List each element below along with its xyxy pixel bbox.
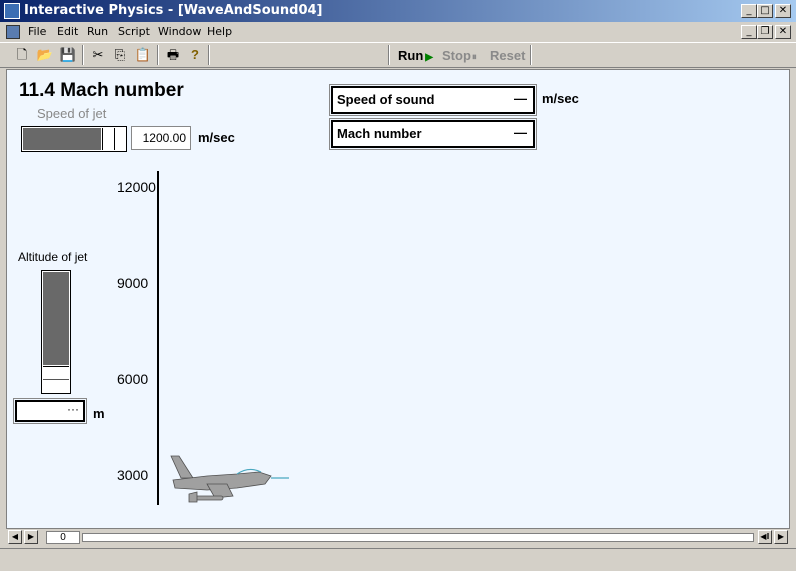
open-icon[interactable]: 📂 bbox=[35, 45, 55, 65]
slider-thumb-edge bbox=[43, 379, 69, 380]
minimize-button[interactable]: _ bbox=[741, 4, 757, 18]
axis-tick-label: 12000 bbox=[117, 179, 156, 195]
simulation-canvas[interactable]: 11.4 Mach number Speed of jet 1200.00 m/… bbox=[6, 69, 790, 529]
axis-tick-label: 6000 bbox=[117, 371, 149, 387]
altitude-input[interactable]: ··· bbox=[13, 398, 87, 424]
slider-fill bbox=[43, 272, 69, 365]
jet-icon[interactable] bbox=[167, 452, 293, 508]
doc-minimize-button[interactable]: _ bbox=[741, 25, 757, 39]
speed-of-jet-input[interactable]: 1200.00 bbox=[131, 126, 191, 150]
menu-edit[interactable]: Edit bbox=[57, 25, 78, 38]
toolbar-separator bbox=[82, 45, 84, 65]
slider-thumb[interactable] bbox=[43, 366, 69, 367]
menu-bar: File Edit Run Script Window Help _ ❐ ✕ bbox=[0, 22, 796, 42]
status-bar bbox=[0, 548, 796, 571]
frame-counter[interactable]: 0 bbox=[46, 531, 80, 544]
toolbar-separator bbox=[208, 45, 210, 65]
menu-help[interactable]: Help bbox=[207, 25, 232, 38]
toolbar-separator bbox=[388, 45, 390, 65]
new-icon[interactable]: 🗋 bbox=[12, 45, 32, 65]
reset-button[interactable]: Reset bbox=[490, 48, 525, 63]
altitude-unit-label: m bbox=[93, 406, 105, 421]
tape-back-button[interactable]: ◀ bbox=[8, 530, 22, 544]
sound-unit-label: m/sec bbox=[542, 91, 579, 106]
mach-number-label: Mach number bbox=[337, 126, 422, 141]
speed-of-jet-label: Speed of jet bbox=[37, 106, 107, 121]
speed-of-sound-value: — bbox=[514, 91, 527, 106]
tape-end-button[interactable]: ◀‖ bbox=[758, 530, 772, 544]
jet-tail-fin bbox=[170, 455, 194, 479]
slider-thumb[interactable] bbox=[102, 128, 103, 150]
mach-number-value: — bbox=[514, 125, 527, 140]
altitude-label: Altitude of jet bbox=[18, 250, 88, 264]
stop-label: Stop bbox=[442, 48, 471, 63]
slider-fill bbox=[23, 128, 101, 150]
toolbar: 🗋 📂 💾 ✂ ⎘ 📋 🖶 ? Run ▶ Stop⏸ Reset bbox=[0, 42, 796, 68]
run-label: Run bbox=[398, 48, 424, 63]
paste-icon[interactable]: 📋 bbox=[133, 45, 153, 65]
axis-tick-label: 3000 bbox=[117, 467, 149, 483]
speed-of-sound-label: Speed of sound bbox=[337, 92, 435, 107]
jet-missile bbox=[192, 495, 224, 501]
close-button[interactable]: ✕ bbox=[775, 4, 791, 18]
stop-button[interactable]: Stop⏸ bbox=[442, 48, 477, 63]
menu-window[interactable]: Window bbox=[158, 25, 201, 38]
play-icon: ▶ bbox=[425, 52, 433, 63]
doc-restore-button[interactable]: ❐ bbox=[757, 25, 773, 39]
menu-run[interactable]: Run bbox=[87, 25, 108, 38]
menu-file[interactable]: File bbox=[28, 25, 46, 38]
menu-script[interactable]: Script bbox=[118, 25, 150, 38]
jet-fin-small bbox=[188, 491, 198, 503]
app-icon[interactable] bbox=[4, 3, 20, 19]
speed-of-sound-meter: Speed of sound — bbox=[329, 84, 537, 116]
timeline-scrollbar[interactable] bbox=[82, 533, 754, 542]
copy-icon[interactable]: ⎘ bbox=[110, 45, 130, 65]
doc-icon[interactable] bbox=[6, 25, 20, 39]
axis-tick-label: 9000 bbox=[117, 275, 149, 291]
tape-play-button[interactable]: ▶ bbox=[24, 530, 38, 544]
help-icon[interactable]: ? bbox=[185, 45, 205, 65]
speed-unit-label: m/sec bbox=[198, 130, 235, 145]
altitude-axis bbox=[157, 171, 159, 505]
page-title: 11.4 Mach number bbox=[19, 80, 184, 101]
print-icon[interactable]: 🖶 bbox=[163, 45, 183, 65]
altitude-slider[interactable] bbox=[41, 270, 71, 394]
doc-close-button[interactable]: ✕ bbox=[775, 25, 791, 39]
title-bar[interactable]: Interactive Physics - [WaveAndSound04] _… bbox=[0, 0, 796, 22]
window-title: Interactive Physics - [WaveAndSound04] bbox=[24, 3, 323, 18]
mach-number-meter: Mach number — bbox=[329, 118, 537, 150]
toolbar-separator bbox=[157, 45, 159, 65]
run-button[interactable]: Run ▶ bbox=[398, 48, 433, 63]
cut-icon[interactable]: ✂ bbox=[88, 45, 108, 65]
pause-icon: ⏸ bbox=[471, 52, 477, 63]
tape-forward-button[interactable]: ▶ bbox=[774, 530, 788, 544]
timeline-bar: ◀ ▶ 0 ◀‖ ▶ bbox=[6, 530, 790, 546]
slider-thumb-edge bbox=[114, 128, 115, 150]
save-icon[interactable]: 💾 bbox=[58, 45, 78, 65]
maximize-button[interactable]: □ bbox=[757, 4, 773, 18]
toolbar-separator bbox=[530, 45, 532, 65]
speed-of-jet-slider[interactable] bbox=[21, 126, 127, 152]
